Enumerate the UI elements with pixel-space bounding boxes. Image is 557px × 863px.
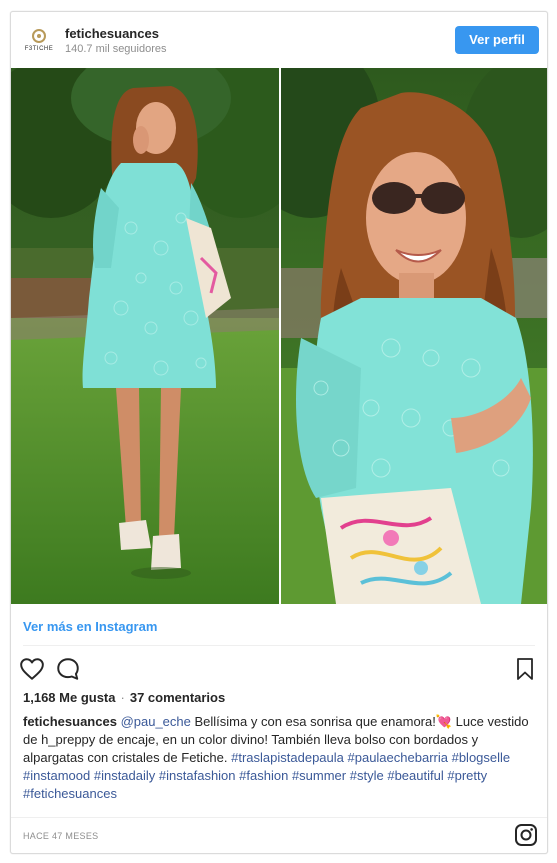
heart-icon[interactable] [19,656,45,682]
hashtag[interactable]: #beautiful [387,768,443,783]
brand-logo-icon [32,28,46,43]
instagram-embed: F3TICHE fetichesuances 140.7 mil seguido… [10,11,548,854]
avatar[interactable]: F3TICHE [23,23,55,57]
photo-right [281,68,547,604]
footer-divider [11,817,547,818]
post-photo-collage[interactable] [11,68,547,604]
photo-right-illustration [281,68,547,604]
like-count[interactable]: 1,168 Me gusta [23,690,116,705]
follower-count: 140.7 mil seguidores [65,43,167,55]
hashtag[interactable]: #blogselle [452,750,511,765]
hashtag[interactable]: #fetichesuances [23,786,117,801]
photo-left [11,68,279,604]
hashtag[interactable]: #instafashion [159,768,236,783]
hashtag[interactable]: #instamood [23,768,90,783]
caption-username[interactable]: fetichesuances [23,714,117,729]
photo-left-illustration [11,68,279,604]
bookmark-icon[interactable] [514,657,536,681]
divider [23,645,535,646]
hashtag[interactable]: #style [350,768,384,783]
caption-mention[interactable]: @pau_eche [121,714,191,729]
instagram-logo-icon[interactable] [514,823,538,847]
hashtag[interactable]: #summer [292,768,346,783]
hashtag[interactable]: #traslapistadepaula [231,750,344,765]
hashtag[interactable]: #paulaechebarria [348,750,448,765]
view-profile-button[interactable]: Ver perfil [455,26,539,54]
post-timestamp[interactable]: HACE 47 MESES [23,831,98,841]
hashtag[interactable]: #pretty [447,768,487,783]
action-bar [11,652,547,688]
comment-count[interactable]: 37 comentarios [130,690,225,705]
username-link[interactable]: fetichesuances [65,26,159,41]
comment-icon[interactable] [55,656,81,682]
post-header: F3TICHE fetichesuances 140.7 mil seguido… [11,12,547,68]
hashtag[interactable]: #instadaily [94,768,155,783]
avatar-brand-text: F3TICHE [24,45,54,52]
stats-separator: · [120,690,125,705]
post-stats: 1,168 Me gusta · 37 comentarios [23,690,225,705]
post-caption: fetichesuances @pau_eche Bellísima y con… [23,713,535,803]
view-more-instagram-link[interactable]: Ver más en Instagram [23,619,157,634]
hashtag[interactable]: #fashion [239,768,288,783]
